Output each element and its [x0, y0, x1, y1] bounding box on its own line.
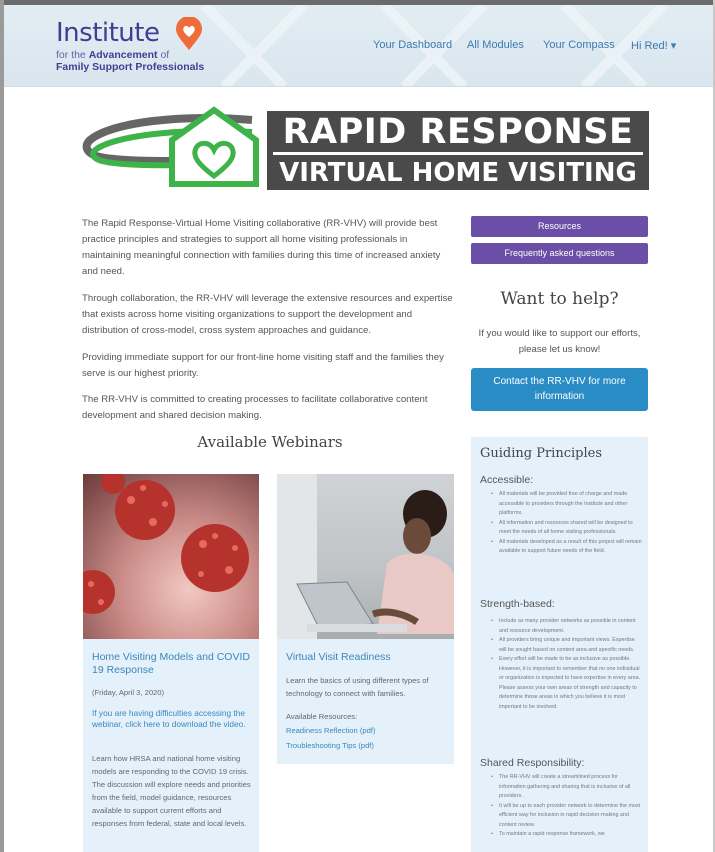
resources-button[interactable]: Resources	[471, 216, 648, 237]
card-covid-description: Learn how HRSA and national home visitin…	[92, 754, 251, 828]
intro-paragraph-2: Through collaboration, the RR-VHV will l…	[82, 293, 453, 336]
nav-all-modules[interactable]: All Modules	[467, 39, 524, 51]
intro-paragraph-4: The RR-VHV is committed to creating proc…	[82, 394, 428, 421]
webinars-heading: Available Webinars	[197, 433, 343, 451]
principles-heading-shared: Shared Responsibility:	[480, 757, 585, 769]
logo-sub-post: of	[157, 49, 170, 61]
contact-button[interactable]: Contact the RR-VHV for more information	[471, 368, 648, 411]
logo-sub-bold: Advancement	[88, 49, 158, 61]
nav-user-menu[interactable]: Hi Red! ▾	[631, 39, 676, 52]
troubleshooting-tips-link[interactable]: Troubleshooting Tips (pdf)	[286, 739, 448, 752]
card-covid-download-link[interactable]: If you are having difficulties accessing…	[92, 708, 254, 729]
list-item: All materials will be provided free of c…	[491, 490, 643, 519]
laptop-woman-image[interactable]	[277, 474, 454, 639]
principles-list-shared: The RR-VHV will create a streamlined pro…	[491, 773, 643, 840]
webinar-card-readiness: Virtual Visit Readiness Learn the basics…	[277, 474, 454, 764]
banner-divider	[273, 152, 643, 155]
list-item: Include as many provider networks as pos…	[491, 617, 643, 636]
principles-title: Guiding Principles	[480, 446, 602, 461]
covid-virus-image[interactable]	[83, 474, 259, 639]
principles-heading-accessible: Accessible:	[480, 474, 534, 486]
nav-your-dashboard[interactable]: Your Dashboard	[373, 39, 452, 51]
guiding-principles-panel: Guiding Principles Accessible: All mater…	[471, 437, 648, 852]
card-readiness-title[interactable]: Virtual Visit Readiness	[286, 651, 448, 664]
rapid-response-banner: RAPID RESPONSE VIRTUAL HOME VISITING	[82, 106, 652, 190]
banner-title: RAPID RESPONSE	[282, 112, 634, 152]
list-item: Every effort will be made to be as inclu…	[491, 655, 643, 712]
principles-heading-strength: Strength-based:	[480, 598, 555, 610]
card-covid-title[interactable]: Home Visiting Models and COVID 19 Respon…	[92, 651, 254, 677]
list-item: All materials developed as a result of t…	[491, 538, 643, 557]
webinar-card-covid: Home Visiting Models and COVID 19 Respon…	[83, 474, 259, 852]
list-item: All providers bring unique and important…	[491, 636, 643, 655]
list-item: All information and resources shared wil…	[491, 519, 643, 538]
list-item: To maintain a rapid response framework, …	[491, 830, 643, 840]
want-to-help-heading: Want to help?	[500, 289, 619, 309]
logo-subtitle-2: Family Support Professionals	[56, 61, 205, 73]
house-heart-icon	[82, 106, 259, 187]
card-covid-date: (Friday, April 3, 2020)	[92, 688, 165, 697]
institute-logo[interactable]: Institute for the Advancement of Family …	[56, 17, 205, 74]
window-left-edge	[0, 0, 4, 852]
faq-button[interactable]: Frequently asked questions	[471, 243, 648, 264]
help-text: If you would like to support our efforts…	[478, 328, 641, 355]
logo-sub-pre: for the	[56, 49, 89, 61]
virus-illustration	[83, 474, 249, 614]
person-laptop-illustration	[277, 474, 454, 639]
readiness-reflection-link[interactable]: Readiness Reflection (pdf)	[286, 724, 448, 737]
intro-paragraph-3: Providing immediate support for our fron…	[82, 352, 444, 379]
principles-list-strength: Include as many provider networks as pos…	[491, 617, 643, 712]
principles-list-accessible: All materials will be provided free of c…	[491, 490, 643, 557]
nav-your-compass[interactable]: Your Compass	[543, 39, 615, 51]
banner-text-box: RAPID RESPONSE VIRTUAL HOME VISITING	[267, 111, 649, 190]
list-item: The RR-VHV will create a streamlined pro…	[491, 773, 643, 802]
list-item: It will be up to each provider network t…	[491, 802, 643, 831]
card-readiness-description: Learn the basics of using different type…	[286, 676, 429, 698]
map-pin-heart-icon	[176, 17, 202, 50]
intro-paragraph-1: The Rapid Response-Virtual Home Visiting…	[82, 218, 441, 277]
site-header: Institute for the Advancement of Family …	[4, 5, 713, 87]
banner-subtitle: VIRTUAL HOME VISITING	[279, 158, 637, 188]
card-readiness-resources-label: Available Resources:	[286, 712, 358, 721]
